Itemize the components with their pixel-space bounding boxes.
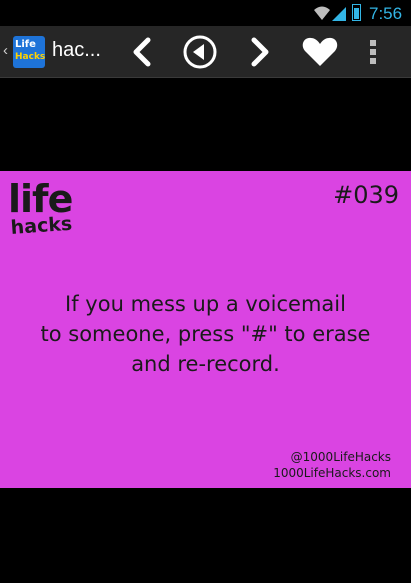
favorite-button[interactable]	[300, 34, 340, 70]
action-bar: ‹ Life Hacks hac...	[0, 26, 411, 78]
next-button[interactable]	[240, 34, 280, 70]
hack-text-line: to someone, press "#" to erase	[40, 322, 371, 346]
play-circle-icon	[183, 35, 217, 69]
app-logo[interactable]: Life Hacks	[13, 36, 45, 68]
app-title: hac...	[52, 39, 101, 61]
letterbox-bottom	[0, 488, 411, 583]
heart-icon	[302, 37, 338, 66]
previous-button[interactable]	[122, 34, 162, 70]
clock: 7:56	[369, 4, 403, 23]
wifi-signal-icon	[312, 5, 348, 27]
hack-text-line: and re-record.	[131, 352, 280, 376]
hack-text: If you mess up a voicemail to someone, p…	[0, 289, 411, 379]
letterbox-top	[0, 79, 411, 171]
hack-text-line: If you mess up a voicemail	[65, 292, 346, 316]
up-navigation-icon[interactable]: ‹	[3, 42, 8, 59]
status-bar: 7:56	[0, 0, 411, 26]
twitter-handle: @1000LifeHacks	[290, 450, 391, 464]
logo-text-hacks: Hacks	[15, 52, 46, 62]
chevron-right-icon	[251, 37, 269, 67]
play-button[interactable]	[180, 34, 220, 70]
overflow-menu-button[interactable]	[361, 34, 385, 70]
hack-number: #039	[333, 181, 399, 209]
life-hack-card: life hacks #039 If you mess up a voicema…	[0, 171, 411, 488]
credits: @1000LifeHacks 1000LifeHacks.com	[273, 449, 391, 481]
more-vertical-icon	[370, 40, 376, 64]
battery-icon	[352, 4, 361, 21]
brand-hacks-text: hacks	[10, 212, 73, 239]
website: 1000LifeHacks.com	[273, 466, 391, 480]
logo-text-life: Life	[15, 39, 36, 50]
chevron-left-icon	[133, 37, 151, 67]
